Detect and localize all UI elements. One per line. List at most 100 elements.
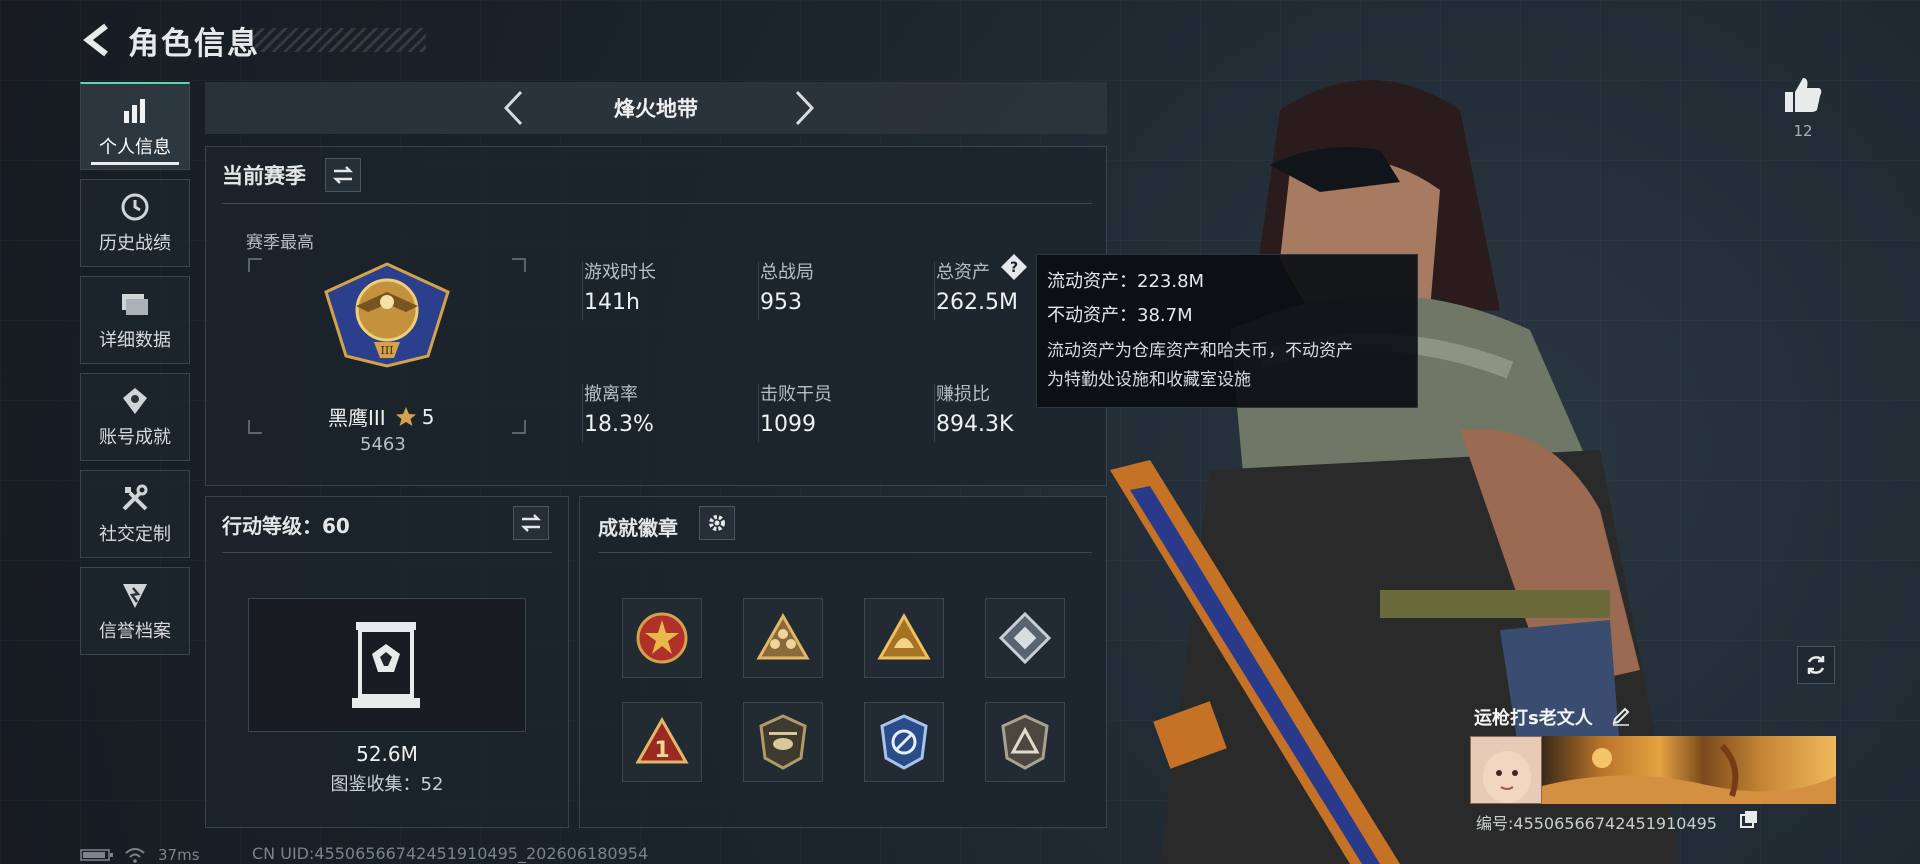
sidebar-item-achievements[interactable]: 账号成就 (80, 373, 190, 461)
sidebar-item-personal-info[interactable]: 个人信息 (80, 82, 190, 170)
back-arrow-icon[interactable] (80, 20, 114, 60)
sidebar-item-label: 历史战绩 (99, 233, 171, 254)
stat-label-kills: 击败干员 (760, 384, 832, 405)
battery-icon (80, 849, 113, 861)
achievement-icon (119, 385, 151, 417)
assets-tooltip: 流动资产：223.8M 不动资产：38.7M 流动资产为仓库资产和哈夫币，不动资… (1036, 254, 1418, 408)
rank-name: 黑鹰III (328, 406, 386, 430)
refresh-icon (1807, 656, 1825, 674)
frame-corner (248, 420, 262, 434)
season-divider (222, 203, 1092, 204)
avatar[interactable] (1470, 736, 1542, 804)
stat-divider (582, 262, 583, 320)
badges-divider (598, 552, 1092, 553)
star-emblem-badge[interactable] (622, 598, 702, 678)
badges-title: 成就徽章 (598, 516, 678, 540)
history-clock-icon (119, 191, 151, 223)
stat-divider (582, 384, 583, 442)
sidebar-item-reputation[interactable]: 信誉档案 (80, 567, 190, 655)
title-decoration (250, 28, 426, 52)
triangle-shield-badge[interactable] (985, 702, 1065, 782)
stat-label-total-assets: 总资产 (936, 262, 990, 283)
swap-icon (332, 166, 354, 184)
header: 角色信息 (80, 18, 260, 62)
copy-icon[interactable] (1740, 810, 1758, 832)
refresh-button[interactable] (1797, 646, 1835, 684)
stat-value-total-matches: 953 (760, 290, 802, 315)
team-triangle-badge[interactable] (743, 598, 823, 678)
sidebar-item-label: 详细数据 (99, 330, 171, 351)
season-best-label: 赛季最高 (246, 233, 314, 253)
diamond-shield-badge[interactable] (985, 598, 1065, 678)
action-level-switch-button[interactable] (513, 506, 549, 540)
rank-score: 5463 (360, 434, 406, 455)
helmet-triangle-badge[interactable] (864, 598, 944, 678)
sidebar-item-history[interactable]: 历史战绩 (80, 179, 190, 267)
folder-icon (119, 288, 151, 320)
sidebar-item-detail-data[interactable]: 详细数据 (80, 276, 190, 364)
ping-value: 37ms (158, 846, 200, 864)
helicopter-badge[interactable] (743, 702, 823, 782)
profile-banner (1542, 736, 1836, 804)
wifi-icon (125, 848, 145, 863)
collection-value: 52.6M (356, 742, 418, 766)
tooltip-liquid-assets: 流动资产：223.8M (1047, 271, 1205, 292)
stat-divider (934, 384, 935, 442)
frame-corner (248, 258, 262, 272)
collection-pedestal-icon (350, 620, 422, 716)
stat-label-total-matches: 总战局 (760, 262, 814, 283)
edit-pencil-icon[interactable] (1611, 706, 1631, 730)
number-one-badge[interactable]: 1 (622, 702, 702, 782)
prev-mode-arrow-icon[interactable] (493, 88, 533, 128)
page-title: 角色信息 (128, 25, 260, 62)
season-switch-button[interactable] (325, 158, 361, 192)
sidebar-item-label: 信誉档案 (99, 621, 171, 642)
frame-corner (512, 420, 526, 434)
compass-shield-badge[interactable] (864, 702, 944, 782)
season-title: 当前赛季 (222, 164, 306, 188)
sidebar-item-label: 账号成就 (99, 427, 171, 448)
help-question-icon[interactable]: ? (1000, 253, 1028, 285)
rank-stars: 5 (421, 404, 435, 429)
stat-label-profit-ratio: 赚损比 (936, 384, 990, 405)
collection-count: 图鉴收集：52 (330, 774, 444, 795)
stat-divider (758, 384, 759, 442)
tooltip-fixed-assets: 不动资产：38.7M (1047, 305, 1193, 326)
stat-label-extract-rate: 撤离率 (584, 384, 638, 405)
status-bar: 37ms (80, 846, 200, 864)
stat-value-extract-rate: 18.3% (584, 412, 654, 437)
tooltip-description-line2: 为特勤处设施和收藏室设施 (1047, 370, 1251, 390)
bar-chart-icon (119, 95, 151, 127)
svg-text:III: III (380, 344, 393, 357)
gear-icon (709, 515, 725, 531)
badges-settings-button[interactable] (699, 506, 735, 540)
like-count: 12 (1793, 122, 1813, 140)
stat-value-playtime: 141h (584, 290, 640, 315)
like-button[interactable]: 12 (1780, 76, 1826, 140)
stat-value-profit-ratio: 894.3K (936, 412, 1014, 437)
stat-value-kills: 1099 (760, 412, 816, 437)
stat-label-playtime: 游戏时长 (584, 262, 656, 283)
svg-text:?: ? (1010, 260, 1018, 276)
svg-text:1: 1 (654, 738, 669, 763)
reputation-icon (119, 579, 151, 611)
frame-corner (512, 258, 526, 272)
stat-divider (758, 262, 759, 320)
sidebar-item-social[interactable]: 社交定制 (80, 470, 190, 558)
action-level-title: 行动等级：60 (222, 514, 350, 538)
sidebar-item-label: 社交定制 (99, 524, 171, 545)
action-level-divider (222, 552, 552, 553)
stat-divider (934, 262, 935, 320)
player-name: 运枪打s老文人 (1474, 708, 1593, 729)
thumbs-up-icon (1785, 78, 1822, 112)
sidebar-item-label: 个人信息 (99, 136, 171, 158)
mode-title: 烽火地带 (614, 97, 698, 121)
next-mode-arrow-icon[interactable] (785, 88, 825, 128)
star-icon (395, 406, 416, 426)
rank-emblem-icon: III (316, 262, 458, 372)
swap-icon (520, 514, 542, 532)
sidebar: 个人信息 历史战绩 详细数据 账号成就 社交定制 信誉档案 (80, 82, 190, 664)
stat-value-total-assets: 262.5M (936, 290, 1018, 315)
tools-icon (119, 482, 151, 514)
mode-tab-bar: 烽火地带 (205, 82, 1107, 134)
